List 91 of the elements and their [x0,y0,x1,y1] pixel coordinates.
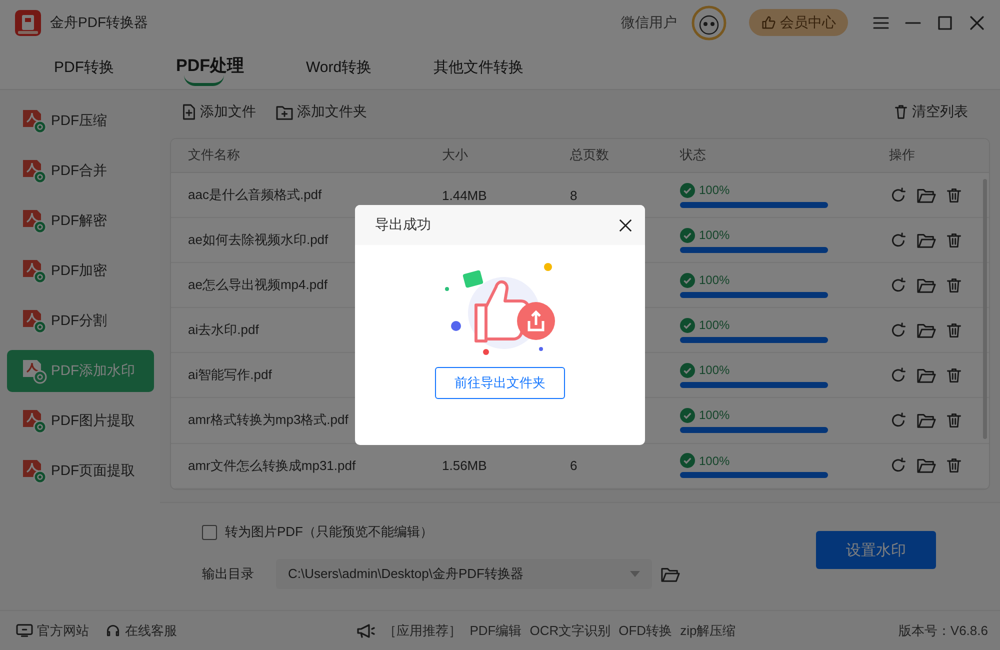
pdf-file-icon [21,158,47,184]
progress-text: 100% [699,183,730,198]
file-name: amr格式转换为mp3格式.pdf [187,411,350,430]
delete-icon[interactable] [945,366,963,385]
megaphone-icon [356,622,376,638]
progress-text: 100% [699,363,730,378]
sidebar-item[interactable]: PDF页面提取 [7,450,154,492]
delete-icon[interactable] [945,410,963,430]
folder-plus-icon [276,104,293,120]
add-folder-button[interactable]: 添加文件夹 [276,103,367,122]
trash-icon [894,104,908,120]
pdf-file-icon [21,458,47,484]
file-name: amr文件怎么转换成mp31.pdf [187,456,357,475]
pdf-file-icon [21,408,47,434]
checkbox[interactable] [202,524,217,540]
promo-label: ［应用推荐］ [384,622,462,640]
check-circle-icon [680,362,695,378]
dialog-title: 导出成功 [375,216,431,234]
check-circle-icon [680,272,695,288]
check-circle-icon [680,182,695,198]
progress-text: 100% [699,454,730,468]
delete-icon[interactable] [945,456,963,476]
sidebar-item[interactable]: PDF分割 [7,300,154,342]
pdf-file-icon [21,258,47,284]
checkbox-label: 转为图片PDF（只能预览不能编辑） [225,523,433,542]
output-path-dropdown[interactable]: C:\Users\admin\Desktop\金舟PDF转换器 [276,559,652,590]
delete-icon[interactable] [945,276,963,295]
clear-list-button[interactable]: 清空列表 [894,103,968,122]
column-header: 状态 [678,146,707,164]
thumbs-up-icon [761,15,776,30]
tab[interactable]: PDF处理 [162,48,258,86]
column-header: 总页数 [569,146,610,164]
progress-text: 100% [699,408,730,422]
progress-text: 100% [699,228,730,242]
promo-link[interactable]: OCR文字识别 [530,622,611,640]
close-icon[interactable] [618,218,633,232]
check-circle-icon [680,453,695,468]
member-center-button[interactable]: 会员中心 [749,9,848,36]
footer-link[interactable]: 在线客服 [105,622,177,640]
set-watermark-button[interactable]: 设置水印 [816,531,936,570]
file-name: ae怎么导出视频mp4.pdf [187,276,328,294]
output-label: 输出目录 [202,565,254,584]
user-name: 微信用户 [621,14,677,32]
column-header: 文件名称 [187,146,241,164]
file-name: ae如何去除视频水印.pdf [187,231,330,250]
file-name: ai去水印.pdf [187,321,260,340]
file-size: 1.56MB [441,458,488,474]
headset-icon [105,622,121,638]
avatar-icon[interactable] [691,4,727,40]
maximize-icon[interactable] [936,14,954,32]
pdf-file-icon [21,108,47,134]
delete-icon[interactable] [945,320,963,340]
sidebar-item[interactable]: PDF解密 [7,200,154,242]
page-count: 6 [569,458,578,474]
sidebar-item[interactable]: PDF加密 [7,250,154,292]
progress-text: 100% [699,273,730,288]
app-logo-icon [14,8,42,36]
delete-icon[interactable] [945,186,963,205]
promo-link[interactable]: OFD转换 [618,622,672,640]
add-file-button[interactable]: 添加文件 [182,103,256,122]
caret-icon [630,571,640,578]
sidebar-item[interactable]: PDF图片提取 [7,400,154,442]
promo-link[interactable]: zip解压缩 [680,622,736,640]
sidebar-item[interactable]: PDF添加水印 [7,350,154,392]
tab[interactable]: Word转换 [292,52,386,82]
delete-icon[interactable] [945,230,963,250]
sidebar-item[interactable]: PDF压缩 [7,100,154,142]
pdf-file-icon [21,308,47,334]
file-name: ai智能写作.pdf [187,366,273,384]
pdf-file-icon [21,358,47,384]
app-title: 金舟PDF转换器 [50,14,148,32]
footer-link[interactable]: 官方网站 [16,622,89,640]
check-circle-icon [680,228,695,243]
version-text: 版本号：V6.8.6 [898,622,988,640]
column-header: 大小 [441,146,469,164]
open-folder-icon[interactable] [916,456,937,476]
progress-text: 100% [699,318,730,332]
open-export-folder-button[interactable]: 前往导出文件夹 [435,367,565,399]
check-circle-icon [680,408,695,423]
file-size: 1.44MB [441,188,488,203]
tab[interactable]: PDF转换 [40,52,128,82]
check-circle-icon [680,318,695,333]
tab[interactable]: 其他文件转换 [420,52,538,82]
column-header: 操作 [888,146,916,164]
file-plus-icon [182,104,196,120]
file-name: aac是什么音频格式.pdf [187,186,323,204]
page-count: 8 [569,188,578,203]
sidebar-item[interactable]: PDF合并 [7,150,154,192]
promo-link[interactable]: PDF编辑 [470,622,522,640]
pdf-file-icon [21,208,47,234]
monitor-icon [16,623,33,638]
